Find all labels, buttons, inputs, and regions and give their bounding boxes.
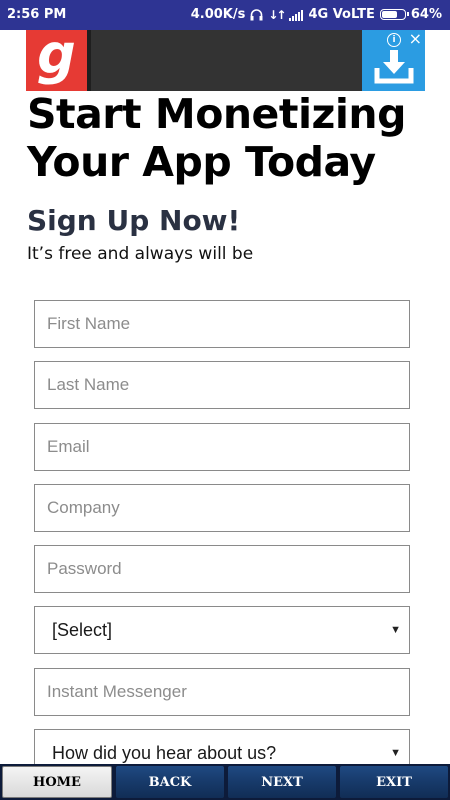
battery-icon bbox=[379, 9, 409, 20]
last-name-field[interactable] bbox=[34, 361, 410, 409]
company-field[interactable] bbox=[34, 484, 410, 532]
company-input[interactable] bbox=[35, 485, 409, 531]
password-input[interactable] bbox=[35, 546, 409, 592]
email-input[interactable] bbox=[35, 424, 409, 470]
signal-icon bbox=[289, 9, 304, 21]
battery-percent: 64% bbox=[410, 7, 442, 22]
password-field[interactable] bbox=[34, 545, 410, 593]
page-headline: Start Monetizing Your App Today bbox=[27, 90, 406, 186]
ad-info-icon[interactable]: i bbox=[387, 33, 401, 47]
signup-title: Sign Up Now! bbox=[27, 204, 241, 237]
status-time: 2:56 PM bbox=[7, 7, 67, 22]
ad-logo[interactable]: g bbox=[26, 28, 87, 91]
ad-banner[interactable]: g i × bbox=[26, 28, 425, 91]
headphones-icon bbox=[250, 8, 263, 20]
bottom-nav: HOME BACK NEXT EXIT bbox=[0, 764, 450, 800]
instant-messenger-field[interactable] bbox=[34, 668, 410, 716]
first-name-input[interactable] bbox=[35, 301, 409, 347]
hear-about-value: How did you hear about us? bbox=[52, 742, 277, 763]
data-arrows-icon: ↓↑ bbox=[268, 7, 286, 22]
last-name-input[interactable] bbox=[35, 362, 409, 408]
ad-close-icon[interactable]: × bbox=[409, 30, 422, 48]
dropdown-arrow-icon: ▼ bbox=[390, 747, 401, 759]
instant-messenger-input[interactable] bbox=[35, 669, 409, 715]
back-button[interactable]: BACK bbox=[116, 766, 224, 798]
dropdown-arrow-icon: ▼ bbox=[390, 624, 401, 636]
email-field[interactable] bbox=[34, 423, 410, 471]
signup-subtitle: It’s free and always will be bbox=[27, 244, 254, 264]
home-button[interactable]: HOME bbox=[2, 766, 112, 798]
ad-logo-divider bbox=[87, 30, 91, 91]
download-icon bbox=[374, 50, 414, 84]
exit-button[interactable]: EXIT bbox=[340, 766, 448, 798]
select-value: [Select] bbox=[52, 619, 113, 640]
network-speed: 4.00K/s bbox=[190, 7, 246, 22]
next-button[interactable]: NEXT bbox=[228, 766, 336, 798]
first-name-field[interactable] bbox=[34, 300, 410, 348]
status-indicators: 4.00K/s ↓↑ 4G VoLTE 64% bbox=[191, 7, 442, 22]
select-dropdown[interactable]: [Select] ▼ bbox=[34, 606, 410, 654]
network-type: 4G VoLTE bbox=[308, 7, 375, 22]
ad-download-button[interactable]: i × bbox=[362, 30, 425, 91]
